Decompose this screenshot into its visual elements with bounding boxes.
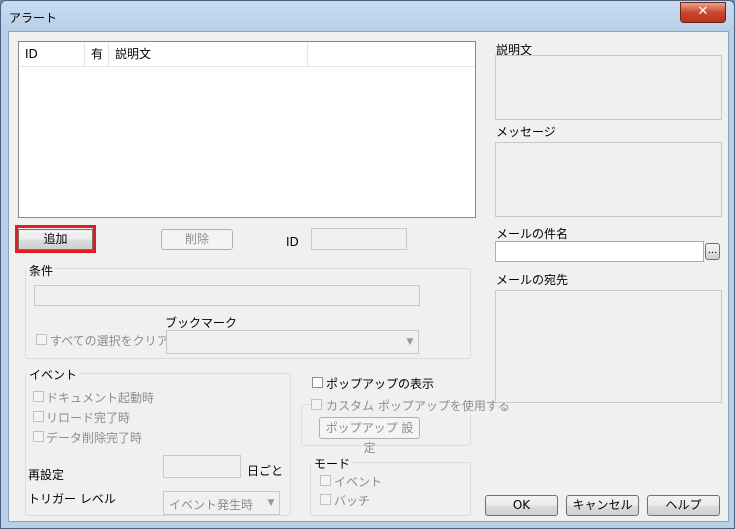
- mode-event-label: イベント: [334, 475, 383, 489]
- highlight-box: [15, 225, 96, 253]
- custom-popup-label: カスタム ポップアップを使用する: [324, 397, 512, 414]
- reload-done-label: リロード完了時: [46, 411, 131, 425]
- show-popup-checkbox[interactable]: [312, 377, 323, 388]
- column-header-enabled[interactable]: 有: [85, 42, 109, 66]
- alert-dialog: アラート ✕ ID 有 説明文 追加 削除 ID 条件 すべての選択をクリア ブ…: [0, 0, 735, 529]
- chevron-down-icon: ▼: [406, 337, 414, 347]
- clear-all-checkbox[interactable]: [36, 334, 47, 345]
- mode-event-checkbox[interactable]: [320, 475, 331, 486]
- alert-list-header: ID 有 説明文: [19, 42, 475, 67]
- mail-subject-field[interactable]: [495, 241, 704, 262]
- mode-batch-checkbox[interactable]: [320, 494, 331, 505]
- description-field[interactable]: [495, 55, 722, 120]
- cancel-button[interactable]: キャンセル: [566, 495, 639, 516]
- custom-popup-checkbox[interactable]: [311, 399, 322, 410]
- data-delete-done-label: データ削除完了時: [46, 431, 143, 445]
- ok-button[interactable]: OK: [485, 495, 558, 516]
- alert-list[interactable]: ID 有 説明文: [18, 41, 476, 218]
- doc-launch-checkbox[interactable]: [33, 391, 44, 402]
- event-title: イベント: [27, 366, 80, 383]
- window-title: アラート: [9, 11, 58, 25]
- mail-recipient-field[interactable]: [495, 290, 722, 403]
- message-field[interactable]: [495, 142, 722, 217]
- column-header-description[interactable]: 説明文: [109, 42, 308, 66]
- reset-days-field[interactable]: [163, 455, 241, 478]
- reload-done-checkbox[interactable]: [33, 411, 44, 422]
- conditions-title: 条件: [27, 262, 56, 279]
- bookmark-combo[interactable]: ▼: [166, 330, 419, 354]
- mail-subject-browse-button[interactable]: ...: [705, 243, 720, 260]
- per-day-label: 日ごと: [247, 464, 284, 478]
- trigger-level-value: イベント発生時: [169, 498, 254, 512]
- help-button[interactable]: ヘルプ: [647, 495, 720, 516]
- id-label: ID: [286, 235, 299, 249]
- trigger-level-combo[interactable]: イベント発生時 ▼: [163, 491, 280, 515]
- chevron-down-icon: ▼: [267, 498, 275, 508]
- message-label: メッセージ: [496, 125, 556, 139]
- trigger-level-label: トリガー レベル: [28, 492, 116, 506]
- mode-batch-label: バッチ: [334, 494, 371, 508]
- close-button[interactable]: ✕: [680, 2, 726, 23]
- mode-title: モード: [312, 455, 353, 472]
- doc-launch-label: ドキュメント起動時: [46, 391, 155, 405]
- conditions-expression-field[interactable]: [34, 285, 420, 306]
- data-delete-done-checkbox[interactable]: [33, 431, 44, 442]
- column-header-id[interactable]: ID: [19, 42, 85, 66]
- id-field[interactable]: [311, 228, 407, 250]
- popup-settings-button[interactable]: ポップアップ 設定: [319, 417, 420, 455]
- title-bar[interactable]: アラート ✕: [1, 1, 734, 31]
- clear-all-label: すべての選択をクリア: [50, 334, 169, 348]
- mail-recipient-label: メールの宛先: [496, 273, 569, 287]
- bookmark-label: ブックマーク: [165, 316, 238, 330]
- mail-subject-label: メールの件名: [496, 227, 569, 241]
- delete-button[interactable]: 削除: [161, 229, 233, 250]
- close-icon: ✕: [697, 4, 709, 19]
- dialog-body: ID 有 説明文 追加 削除 ID 条件 すべての選択をクリア ブックマーク ▼…: [8, 31, 729, 522]
- reset-label: 再設定: [28, 468, 65, 482]
- column-header-blank[interactable]: [308, 42, 475, 66]
- show-popup-label: ポップアップの表示: [326, 377, 435, 391]
